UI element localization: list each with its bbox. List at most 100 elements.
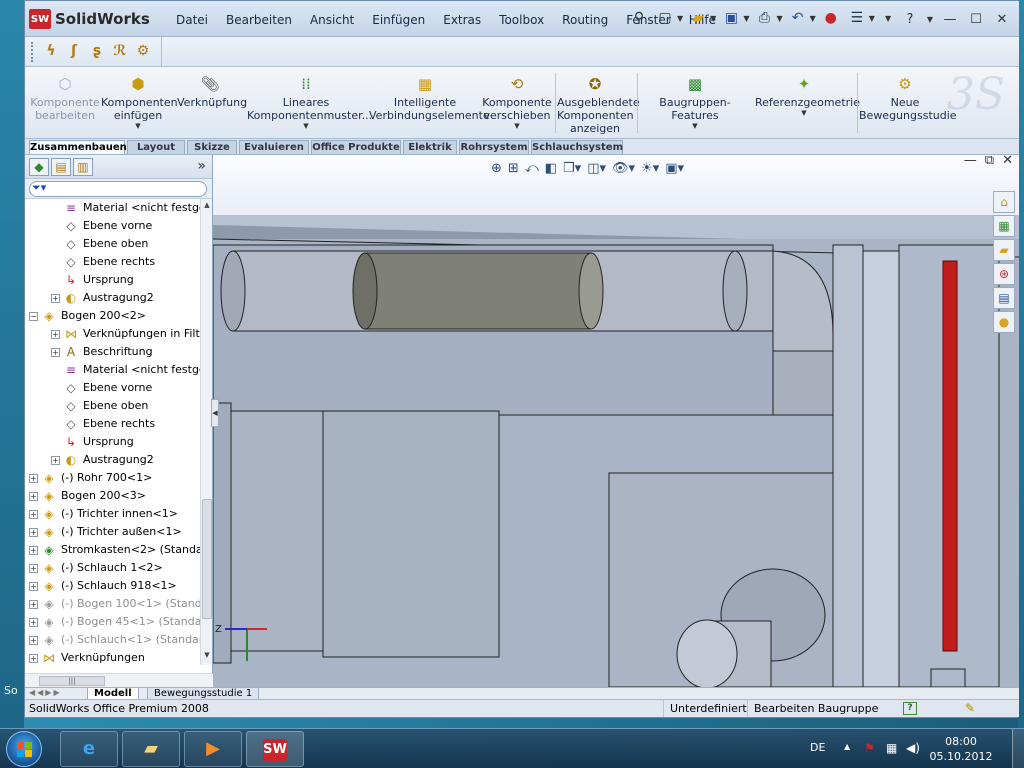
move-component-button[interactable]: ⟲ Komponente verschieben ▼ [481, 75, 553, 131]
filter-input[interactable] [29, 181, 207, 197]
tab-office-produkte[interactable]: Office Produkte [311, 140, 401, 154]
reference-geometry-button[interactable]: ✦ Referenzgeometrie ▼ [755, 75, 860, 118]
tree-item[interactable]: ◇ Ebene oben [25, 397, 201, 415]
minimize-icon[interactable]: — [939, 9, 961, 29]
expand-icon[interactable]: + [29, 600, 38, 609]
route-tool-4-icon[interactable]: ℛ [110, 41, 130, 61]
chevron-down-icon[interactable]: ▼ [810, 14, 816, 23]
menu-bearbeiten[interactable]: Bearbeiten [217, 13, 301, 27]
appearance-icon[interactable]: ☀▾ [641, 161, 659, 176]
expand-icon[interactable]: + [51, 456, 60, 465]
edit-component-button[interactable]: ⬡ Komponente bearbeiten [29, 75, 101, 122]
route-tool-2-icon[interactable]: ʃ [64, 41, 84, 61]
tree-item[interactable]: + ◈ (-) Schlauch 918<1> [25, 577, 201, 595]
doc-minimize-icon[interactable]: — [964, 155, 977, 168]
taskbar-media-player[interactable]: ▶ [184, 731, 242, 767]
quick-tips-help-icon[interactable]: ? [903, 702, 917, 715]
tree-item[interactable]: + ◐ Austragung2 [25, 289, 201, 307]
assembly-features-button[interactable]: ▩ Baugruppen-Features ▼ [639, 75, 751, 131]
tree-item[interactable]: + ◈ (-) Rohr 700<1> [25, 469, 201, 487]
tab-nav-arrows-icon[interactable]: ◀◀▶▶ [29, 688, 62, 697]
propertymanager-tab-icon[interactable]: ▤ [51, 158, 71, 176]
print-icon[interactable]: ⎙ [753, 7, 775, 29]
tree-item[interactable]: + ◈ Bogen 200<3> [25, 487, 201, 505]
menu-toolbox[interactable]: Toolbox [490, 13, 553, 27]
language-indicator[interactable]: DE [810, 741, 825, 754]
tree-item[interactable]: ◇ Ebene oben [25, 235, 201, 253]
app-logo[interactable]: SW SolidWorks [29, 7, 150, 31]
filter-icon[interactable]: ⏷▾ [32, 181, 46, 195]
tree-item[interactable]: ◇ Ebene vorne [25, 379, 201, 397]
insert-components-button[interactable]: ⬢ Komponenten einfügen ▼ [101, 75, 178, 131]
open-folder-icon[interactable]: ▰ [687, 7, 709, 29]
tree-item[interactable]: ≡ Material <nicht festgel [25, 361, 201, 379]
taskbar-explorer[interactable]: ▰ [122, 731, 180, 767]
featuremanager-tab-icon[interactable]: ◆ [29, 158, 49, 176]
rebuild-traffic-light-icon[interactable]: ● [820, 7, 842, 29]
expand-icon[interactable]: + [29, 510, 38, 519]
taskbar-internet-explorer[interactable]: e [60, 731, 118, 767]
menu-extras[interactable]: Extras [434, 13, 490, 27]
panel-splitter[interactable]: ◀ [211, 399, 219, 427]
tree-item[interactable]: + ◈ (-) Trichter innen<1> [25, 505, 201, 523]
design-library-icon[interactable]: ▦ [993, 215, 1015, 237]
expand-icon[interactable]: + [29, 528, 38, 537]
expand-icon[interactable]: + [29, 582, 38, 591]
smart-fasteners-button[interactable]: ▦ Intelligente Verbindungselemente [369, 75, 490, 122]
tree-item[interactable]: + ◈ Stromkasten<2> (Standard [25, 541, 201, 559]
chevron-down-icon[interactable]: ▼ [247, 122, 365, 131]
file-explorer-icon[interactable]: ▰ [993, 239, 1015, 261]
show-desktop-button[interactable] [1012, 729, 1024, 768]
doc-restore-icon[interactable]: ⧉ [985, 155, 994, 168]
action-center-icon[interactable]: ⚑ [864, 741, 875, 755]
expand-icon[interactable]: + [29, 618, 38, 627]
options-icon[interactable]: ☰ [846, 7, 868, 29]
zoom-to-area-icon[interactable]: ⊞ [508, 161, 519, 176]
chevron-down-icon[interactable]: ▼ [710, 14, 716, 23]
pin-icon[interactable]: ⚲ [628, 7, 650, 29]
close-icon[interactable]: ✕ [991, 9, 1013, 29]
tree-item[interactable]: ≡ Material <nicht festgel [25, 199, 201, 217]
route-tool-1-icon[interactable]: ϟ [41, 41, 61, 61]
hscroll-thumb[interactable]: ||| [39, 676, 105, 686]
tree-item[interactable]: + ◈ (-) Schlauch<1> (Standard [25, 631, 201, 649]
show-hidden-icons-icon[interactable]: ▲ [844, 742, 850, 751]
tree-item[interactable]: ↳ Ursprung [25, 271, 201, 289]
expand-icon[interactable]: + [29, 546, 38, 555]
section-view-icon[interactable]: ◧ [545, 161, 557, 176]
clock[interactable]: 08:00 05.10.2012 [926, 734, 996, 764]
search-icon[interactable]: ⊛ [993, 263, 1015, 285]
tree-item[interactable]: ◇ Ebene vorne [25, 217, 201, 235]
save-icon[interactable]: ▣ [720, 7, 742, 29]
zoom-to-fit-icon[interactable]: ⊕ [491, 161, 502, 176]
expand-icon[interactable]: + [51, 348, 60, 357]
route-tool-5-icon[interactable]: ⚙ [133, 41, 153, 61]
doc-close-icon[interactable]: ✕ [1002, 155, 1013, 168]
chevron-down-icon[interactable]: ▼ [481, 122, 553, 131]
tree-item[interactable]: − ◈ Bogen 200<2> [25, 307, 201, 325]
expand-icon[interactable]: + [29, 492, 38, 501]
view-orientation-icon[interactable]: ❒▾ [563, 161, 581, 176]
tag-icon[interactable]: ✎ [965, 700, 975, 717]
expand-icon[interactable]: + [29, 564, 38, 573]
chevron-down-icon[interactable]: ▼ [677, 14, 683, 23]
tree-item[interactable]: ◇ Ebene rechts [25, 253, 201, 271]
view-palette-icon[interactable]: ▤ [993, 287, 1015, 309]
tree-item[interactable]: + ◈ (-) Bogen 45<1> (Standar [25, 613, 201, 631]
expand-icon[interactable]: + [29, 654, 38, 663]
tab-layout[interactable]: Layout [127, 140, 185, 154]
home-icon[interactable]: ⌂ [993, 191, 1015, 213]
tree-item[interactable]: ◇ Ebene rechts [25, 415, 201, 433]
chevron-down-icon[interactable]: ▼ [639, 122, 751, 131]
network-icon[interactable]: ▦ [886, 741, 897, 755]
tab-evaluieren[interactable]: Evaluieren [239, 140, 309, 154]
menu-ansicht[interactable]: Ansicht [301, 13, 363, 27]
new-document-icon[interactable]: ▢ [654, 7, 676, 29]
tree-item[interactable]: + ⋈ Verknüpfungen [25, 649, 201, 665]
chevron-down-icon[interactable]: ▼ [869, 14, 875, 23]
expand-icon[interactable]: + [29, 636, 38, 645]
scene-icon[interactable]: ▣▾ [665, 161, 684, 176]
graphics-area[interactable]: Z ⊕ ⊞ ⤺ ◧ ❒▾ ◫▾ 👁︎▾ ☀▾ ▣▾ — ⧉ ✕ ⌂ ▦ ▰ ⊛ … [213, 155, 1019, 687]
expand-icon[interactable]: + [29, 474, 38, 483]
start-button[interactable] [6, 731, 42, 767]
